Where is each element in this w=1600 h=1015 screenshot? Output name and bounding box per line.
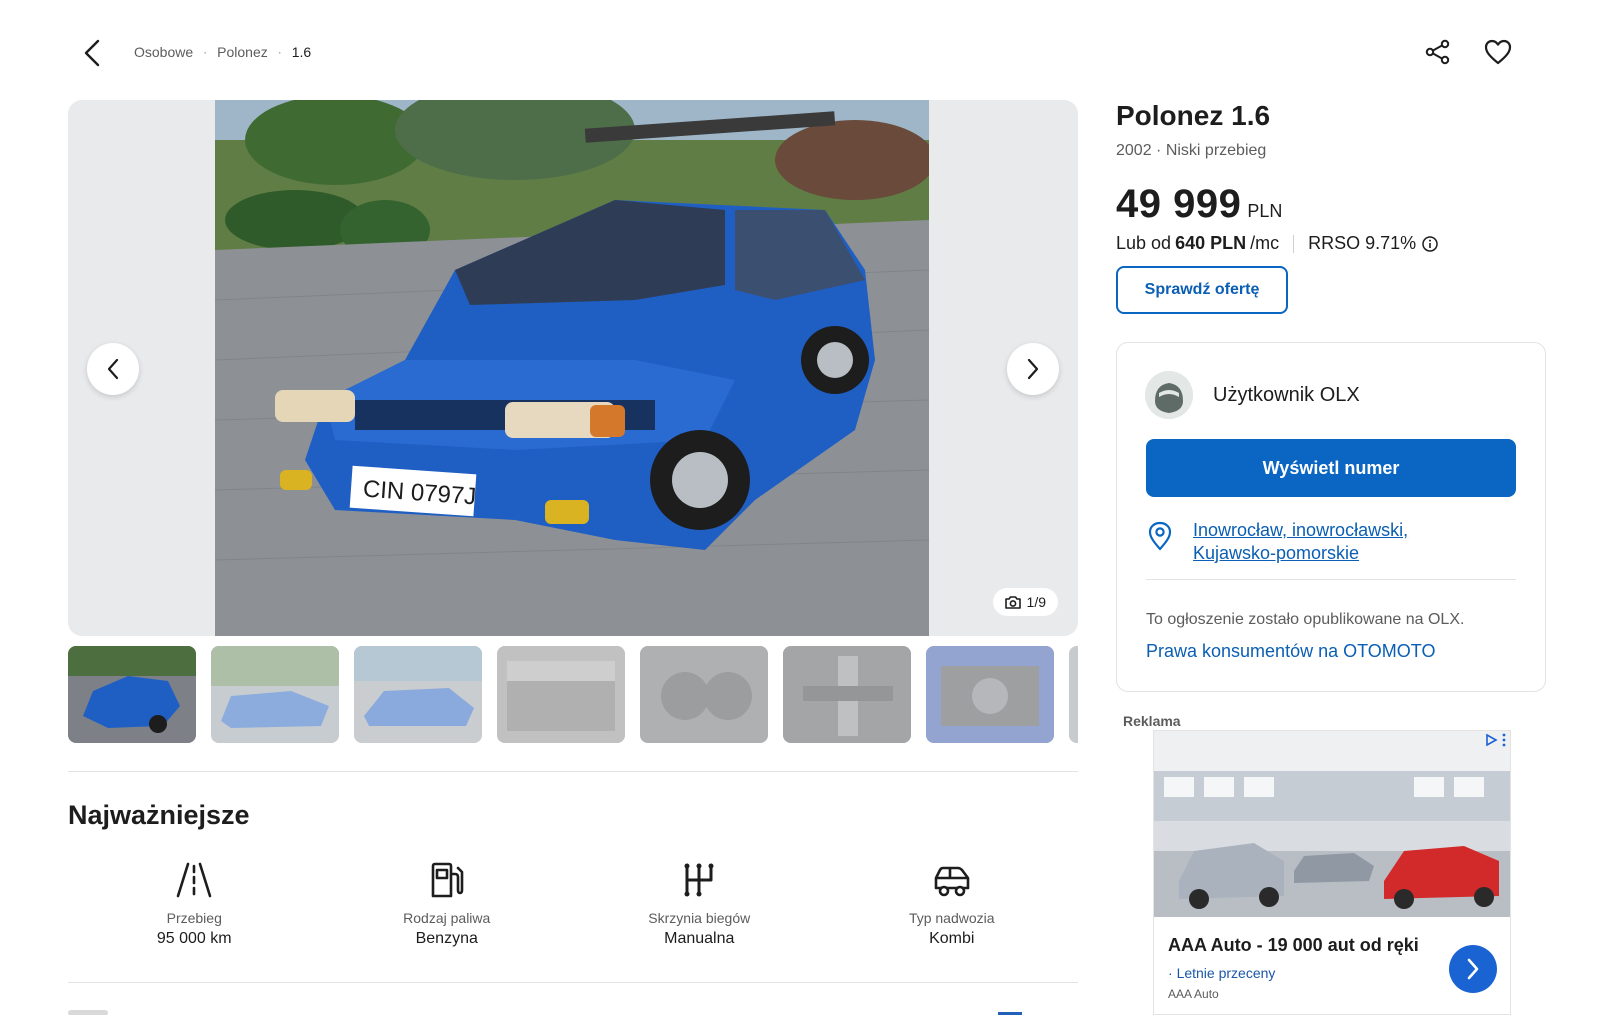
highlight-label: Typ nadwozia xyxy=(908,910,995,926)
top-bar: Osobowe · Polonez · 1.6 xyxy=(0,0,1600,100)
ad-choices-badge[interactable] xyxy=(1484,733,1506,747)
thumbnail-7[interactable] xyxy=(926,646,1054,743)
fuel-pump-icon xyxy=(431,862,464,898)
ad-go-button[interactable] xyxy=(1449,945,1497,993)
thumbnail-2[interactable] xyxy=(211,646,339,743)
highlight-label: Rodzaj paliwa xyxy=(403,910,491,926)
highlight-value: Benzyna xyxy=(415,930,478,947)
finance-amount: 640 PLN xyxy=(1175,233,1247,253)
breadcrumb: Osobowe · Polonez · 1.6 xyxy=(134,44,311,60)
thumbnail-4[interactable] xyxy=(497,646,625,743)
photo-gallery: CIN 0797J 1/9 xyxy=(68,100,1078,636)
more-vertical-icon xyxy=(1502,733,1506,747)
price-row: 49 999 PLN xyxy=(1116,182,1546,227)
seller-card: Użytkownik OLX Wyświetl numer Inowrocław… xyxy=(1116,342,1546,692)
thumbnail-5[interactable] xyxy=(640,646,768,743)
listing-summary: Polonez 1.6 2002 · Niski przebieg 49 999… xyxy=(1116,100,1546,314)
divider xyxy=(68,982,1078,983)
info-icon[interactable] xyxy=(1422,235,1438,252)
highlight-label: Przebieg xyxy=(166,910,222,926)
seller-header: Użytkownik OLX xyxy=(1145,371,1360,419)
share-button[interactable] xyxy=(1422,36,1454,68)
show-number-button[interactable]: Wyświetl numer xyxy=(1146,439,1516,497)
highlight-mileage: Przebieg 95 000 km xyxy=(68,860,321,948)
avatar xyxy=(1145,371,1193,419)
chevron-right-icon xyxy=(1027,358,1039,380)
divider xyxy=(68,771,1078,772)
share-icon xyxy=(1425,39,1450,65)
road-icon xyxy=(176,862,212,898)
listing-subtitle: 2002 · Niski przebieg xyxy=(1116,142,1267,159)
location-link[interactable]: Inowrocław, inowrocławski, Kujawsko-pomo… xyxy=(1193,519,1483,565)
vertical-divider xyxy=(1293,234,1295,253)
camera-icon xyxy=(1004,596,1021,609)
thumbnail-strip xyxy=(68,646,1078,744)
gallery-next-button[interactable] xyxy=(1007,343,1059,395)
thumbnail-1[interactable] xyxy=(68,646,196,743)
highlight-body-type: Typ nadwozia Kombi xyxy=(826,860,1079,948)
thumbnail-8[interactable] xyxy=(1069,646,1078,743)
next-section-heading-peek xyxy=(68,1010,108,1015)
photo-counter-text: 1/9 xyxy=(1026,594,1046,610)
heart-icon xyxy=(1484,39,1512,65)
finance-prefix: Lub od xyxy=(1116,233,1172,253)
breadcrumb-polonez[interactable]: Polonez xyxy=(217,44,268,60)
car-body-icon xyxy=(934,866,970,897)
breadcrumb-separator: · xyxy=(277,45,282,59)
highlight-value: 95 000 km xyxy=(156,930,232,947)
chevron-left-icon xyxy=(84,39,100,67)
breadcrumb-osobowe[interactable]: Osobowe xyxy=(134,44,193,60)
highlights-list: Przebieg 95 000 km Rodzaj paliwa Benzyna… xyxy=(68,860,1078,948)
main-photo[interactable]: CIN 0797J xyxy=(215,100,929,636)
price-value: 49 999 xyxy=(1116,182,1242,226)
listing-title: Polonez 1.6 xyxy=(1116,100,1271,131)
top-actions xyxy=(1422,36,1514,68)
breadcrumb-separator: · xyxy=(203,45,208,59)
breadcrumb-model: 1.6 xyxy=(291,44,312,60)
rrso-value: RRSO 9.71% xyxy=(1308,233,1417,253)
back-button[interactable] xyxy=(78,38,106,68)
gallery-prev-button[interactable] xyxy=(87,343,139,395)
divider xyxy=(1146,579,1516,580)
highlight-gearbox: Skrzynia biegów Manualna xyxy=(573,860,826,948)
location-pin-icon xyxy=(1148,521,1172,551)
chevron-right-icon xyxy=(1467,958,1479,980)
ad-title[interactable]: AAA Auto - 19 000 aut od ręki xyxy=(1168,935,1419,956)
ad-image xyxy=(1154,731,1510,917)
gearbox-icon xyxy=(684,863,714,897)
favorite-button[interactable] xyxy=(1482,36,1514,68)
ad-brand: AAA Auto xyxy=(1168,987,1219,1001)
thumbnail-3[interactable] xyxy=(354,646,482,743)
financing-info: Lub od 640 PLN /mc RRSO 9.71% xyxy=(1116,233,1546,254)
highlight-value: Kombi xyxy=(929,930,975,947)
ad-label: Reklama xyxy=(1123,713,1181,729)
highlights-title: Najważniejsze xyxy=(68,800,250,830)
ad-subtitle-text: Letnie przeceny xyxy=(1176,965,1276,981)
highlight-label: Skrzynia biegów xyxy=(648,910,751,926)
consumer-rights-link[interactable]: Prawa konsumentów na OTOMOTO xyxy=(1146,641,1435,662)
photo-counter: 1/9 xyxy=(992,588,1058,616)
seller-name: Użytkownik OLX xyxy=(1213,383,1360,406)
ad-subtitle: · Letnie przeceny xyxy=(1168,965,1276,981)
advertisement[interactable]: AAA Auto - 19 000 aut od ręki · Letnie p… xyxy=(1153,730,1511,1015)
ad-choices-icon xyxy=(1486,733,1498,747)
published-note: To ogłoszenie zostało opublikowane na OL… xyxy=(1146,611,1465,628)
thumbnail-6[interactable] xyxy=(783,646,911,743)
chevron-left-icon xyxy=(107,358,119,380)
seller-location: Inowrocław, inowrocławski, Kujawsko-pomo… xyxy=(1147,519,1483,565)
check-offer-button[interactable]: Sprawdź ofertę xyxy=(1116,266,1288,314)
finance-suffix: /mc xyxy=(1250,233,1280,253)
highlight-fuel: Rodzaj paliwa Benzyna xyxy=(321,860,574,948)
price-currency: PLN xyxy=(1247,201,1283,221)
highlight-value: Manualna xyxy=(664,930,735,947)
